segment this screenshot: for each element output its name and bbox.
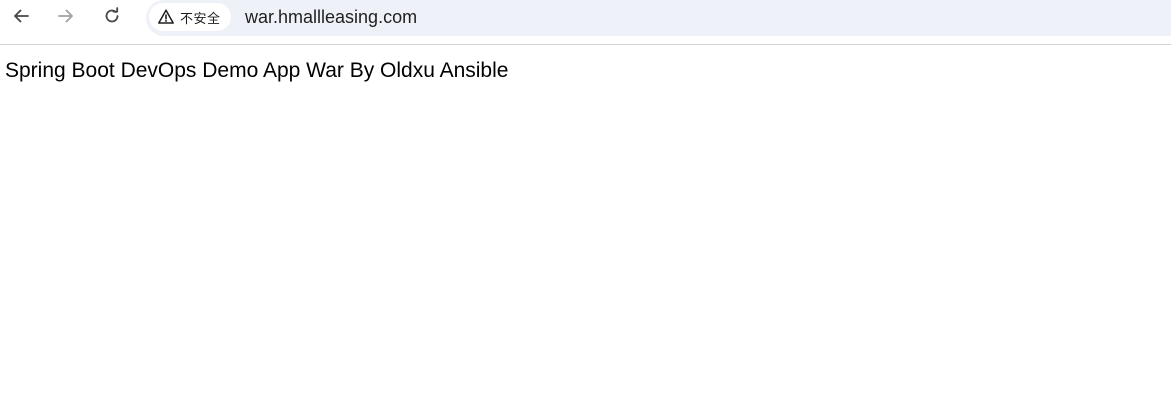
forward-button[interactable] — [52, 2, 80, 30]
reload-button[interactable] — [98, 2, 126, 30]
security-label: 不安全 — [180, 11, 221, 27]
browser-toolbar: 不安全 war.hmallleasing.com — [0, 0, 1171, 45]
page-heading: Spring Boot DevOps Demo App War By Oldxu… — [5, 59, 509, 82]
back-button[interactable] — [7, 2, 35, 30]
arrow-right-icon — [58, 9, 73, 23]
url-text[interactable]: war.hmallleasing.com — [245, 0, 417, 34]
security-indicator[interactable]: 不安全 — [149, 3, 231, 31]
warning-triangle-icon — [158, 9, 174, 24]
address-bar[interactable]: 不安全 war.hmallleasing.com — [146, 0, 1171, 36]
reload-icon — [105, 7, 119, 23]
arrow-left-icon — [14, 9, 29, 23]
page-content: Spring Boot DevOps Demo App War By Oldxu… — [0, 45, 1171, 408]
